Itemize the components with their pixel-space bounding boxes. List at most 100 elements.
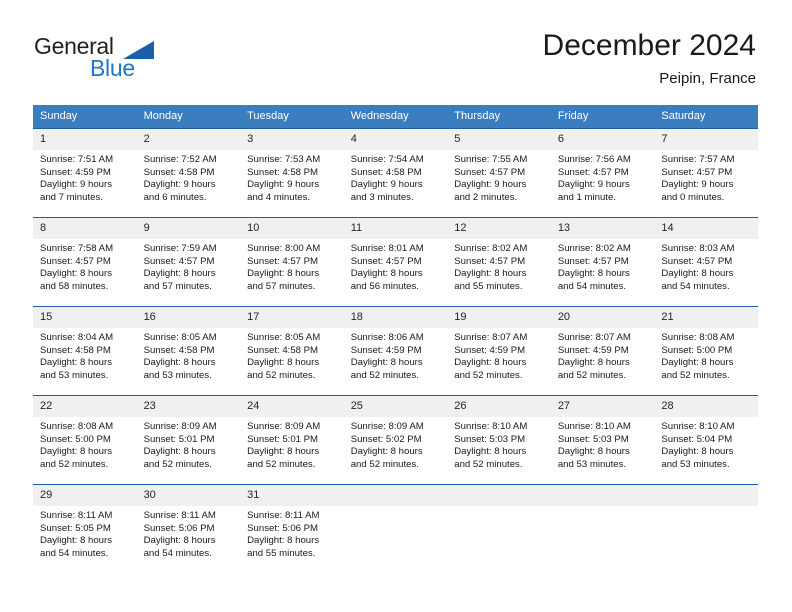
day-cell[interactable]: 30 Sunrise: 8:11 AM Sunset: 5:06 PM Dayl… — [136, 484, 241, 573]
sunrise-text: Sunrise: 8:09 AM — [143, 421, 217, 432]
day-cell[interactable]: 10 Sunrise: 8:00 AM Sunset: 4:57 PM Dayl… — [240, 217, 344, 307]
weekday-header-wednesday: Wednesday — [343, 105, 448, 129]
day-details: Sunrise: 7:52 AM Sunset: 4:58 PM Dayligh… — [137, 150, 241, 204]
day-cell[interactable]: 21 Sunrise: 8:08 AM Sunset: 5:00 PM Dayl… — [654, 306, 758, 396]
title-block: December 2024 Peipin, France — [543, 28, 756, 89]
daylight-text-line1: Daylight: 8 hours — [143, 535, 216, 547]
day-cell-empty — [654, 484, 758, 573]
calendar-body: 1 Sunrise: 7:51 AM Sunset: 4:59 PM Dayli… — [33, 128, 758, 573]
day-cell[interactable]: 16 Sunrise: 8:05 AM Sunset: 4:58 PM Dayl… — [136, 306, 241, 396]
day-details: Sunrise: 8:10 AM Sunset: 5:03 PM Dayligh… — [551, 417, 655, 471]
sunrise-text: Sunrise: 8:10 AM — [454, 421, 528, 432]
daylight-text-line1: Daylight: 8 hours — [247, 446, 320, 458]
daylight-text-line1: Daylight: 8 hours — [557, 268, 630, 280]
sunrise-text: Sunrise: 8:01 AM — [350, 243, 424, 254]
day-cell[interactable]: 12 Sunrise: 8:02 AM Sunset: 4:57 PM Dayl… — [447, 217, 551, 307]
day-number: 13 — [550, 218, 655, 239]
day-cell[interactable]: 14 Sunrise: 8:03 AM Sunset: 4:57 PM Dayl… — [654, 217, 758, 307]
calendar-page: General Blue December 2024 Peipin, Franc… — [0, 0, 792, 612]
day-cell[interactable]: 11 Sunrise: 8:01 AM Sunset: 4:57 PM Dayl… — [343, 217, 448, 307]
day-cell[interactable]: 19 Sunrise: 8:07 AM Sunset: 4:59 PM Dayl… — [447, 306, 551, 396]
day-cell[interactable]: 9 Sunrise: 7:59 AM Sunset: 4:57 PM Dayli… — [136, 217, 241, 307]
day-number: 30 — [136, 485, 241, 506]
day-cell-empty — [343, 484, 448, 573]
daylight-text-line2: and 3 minutes. — [350, 191, 414, 203]
day-cell[interactable]: 18 Sunrise: 8:06 AM Sunset: 4:59 PM Dayl… — [343, 306, 448, 396]
day-details: Sunrise: 8:09 AM Sunset: 5:02 PM Dayligh… — [344, 417, 448, 471]
sunset-text: Sunset: 4:57 PM — [454, 166, 526, 178]
calendar-header-row-group: Sunday Monday Tuesday Wednesday Thursday… — [33, 105, 758, 129]
day-details: Sunrise: 7:55 AM Sunset: 4:57 PM Dayligh… — [447, 150, 551, 204]
day-cell[interactable]: 22 Sunrise: 8:08 AM Sunset: 5:00 PM Dayl… — [33, 395, 137, 485]
sunrise-text: Sunrise: 8:11 AM — [143, 510, 216, 521]
day-cell[interactable]: 31 Sunrise: 8:11 AM Sunset: 5:06 PM Dayl… — [240, 484, 344, 573]
sunset-text: Sunset: 4:57 PM — [350, 255, 422, 267]
daylight-text-line1: Daylight: 8 hours — [247, 357, 320, 369]
sunset-text: Sunset: 4:57 PM — [661, 255, 733, 267]
sunset-text: Sunset: 4:58 PM — [247, 344, 319, 356]
day-cell[interactable]: 7 Sunrise: 7:57 AM Sunset: 4:57 PM Dayli… — [654, 128, 758, 218]
daylight-text-line2: and 52 minutes. — [350, 458, 419, 470]
day-cell[interactable]: 17 Sunrise: 8:05 AM Sunset: 4:58 PM Dayl… — [240, 306, 344, 396]
week-row: 29 Sunrise: 8:11 AM Sunset: 5:05 PM Dayl… — [33, 484, 758, 573]
daylight-text-line2: and 52 minutes. — [40, 458, 109, 470]
sunrise-sunset-calendar-table: Sunday Monday Tuesday Wednesday Thursday… — [33, 105, 758, 573]
day-cell[interactable]: 1 Sunrise: 7:51 AM Sunset: 4:59 PM Dayli… — [33, 128, 137, 218]
daylight-text-line1: Daylight: 8 hours — [454, 268, 527, 280]
day-cell[interactable]: 24 Sunrise: 8:09 AM Sunset: 5:01 PM Dayl… — [240, 395, 344, 485]
day-number: 23 — [136, 396, 241, 417]
sunset-text: Sunset: 5:05 PM — [40, 522, 111, 534]
sunrise-text: Sunrise: 8:11 AM — [40, 510, 113, 521]
day-cell[interactable]: 28 Sunrise: 8:10 AM Sunset: 5:04 PM Dayl… — [654, 395, 758, 485]
day-cell[interactable]: 15 Sunrise: 8:04 AM Sunset: 4:58 PM Dayl… — [33, 306, 137, 396]
daylight-text-line2: and 54 minutes. — [661, 280, 730, 292]
daylight-text-line1: Daylight: 8 hours — [557, 357, 630, 369]
day-cell-empty — [550, 484, 655, 573]
sunrise-text: Sunrise: 8:10 AM — [661, 421, 735, 432]
daylight-text-line2: and 52 minutes. — [143, 458, 212, 470]
daylight-text-line1: Daylight: 8 hours — [143, 357, 216, 369]
day-cell[interactable]: 8 Sunrise: 7:58 AM Sunset: 4:57 PM Dayli… — [33, 217, 137, 307]
sunset-text: Sunset: 4:57 PM — [143, 255, 215, 267]
daylight-text-line1: Daylight: 9 hours — [40, 179, 112, 191]
daylight-text-line2: and 53 minutes. — [40, 369, 109, 381]
daylight-text-line1: Daylight: 8 hours — [350, 268, 423, 280]
day-cell[interactable]: 23 Sunrise: 8:09 AM Sunset: 5:01 PM Dayl… — [136, 395, 241, 485]
sunrise-text: Sunrise: 8:07 AM — [454, 332, 528, 343]
day-number: 8 — [33, 218, 137, 239]
sunrise-text: Sunrise: 8:02 AM — [557, 243, 631, 254]
daylight-text-line2: and 52 minutes. — [454, 369, 523, 381]
daylight-text-line2: and 57 minutes. — [143, 280, 212, 292]
day-cell[interactable]: 27 Sunrise: 8:10 AM Sunset: 5:03 PM Dayl… — [550, 395, 655, 485]
daylight-text-line2: and 54 minutes. — [40, 547, 109, 559]
sunrise-text: Sunrise: 7:56 AM — [557, 154, 631, 165]
sunrise-text: Sunrise: 7:51 AM — [40, 154, 114, 165]
day-cell[interactable]: 6 Sunrise: 7:56 AM Sunset: 4:57 PM Dayli… — [550, 128, 655, 218]
day-number: 16 — [136, 307, 241, 328]
day-cell[interactable]: 5 Sunrise: 7:55 AM Sunset: 4:57 PM Dayli… — [447, 128, 551, 218]
day-cell[interactable]: 29 Sunrise: 8:11 AM Sunset: 5:05 PM Dayl… — [33, 484, 137, 573]
day-cell[interactable]: 4 Sunrise: 7:54 AM Sunset: 4:58 PM Dayli… — [343, 128, 448, 218]
day-cell[interactable]: 26 Sunrise: 8:10 AM Sunset: 5:03 PM Dayl… — [447, 395, 551, 485]
day-number: 4 — [343, 129, 448, 150]
day-cell[interactable]: 13 Sunrise: 8:02 AM Sunset: 4:57 PM Dayl… — [550, 217, 655, 307]
day-details: Sunrise: 7:58 AM Sunset: 4:57 PM Dayligh… — [33, 239, 137, 293]
weekday-header-friday: Friday — [550, 105, 655, 129]
daylight-text-line1: Daylight: 8 hours — [661, 357, 734, 369]
sunrise-text: Sunrise: 8:07 AM — [557, 332, 631, 343]
day-cell[interactable]: 2 Sunrise: 7:52 AM Sunset: 4:58 PM Dayli… — [136, 128, 241, 218]
sunrise-text: Sunrise: 7:58 AM — [40, 243, 114, 254]
sunset-text: Sunset: 5:01 PM — [247, 433, 319, 445]
week-row: 1 Sunrise: 7:51 AM Sunset: 4:59 PM Dayli… — [33, 128, 758, 218]
sunrise-text: Sunrise: 7:54 AM — [350, 154, 424, 165]
daylight-text-line1: Daylight: 8 hours — [143, 446, 216, 458]
general-blue-logo[interactable]: General Blue — [34, 33, 234, 89]
daylight-text-line2: and 54 minutes. — [143, 547, 212, 559]
day-number: 2 — [136, 129, 241, 150]
day-cell[interactable]: 3 Sunrise: 7:53 AM Sunset: 4:58 PM Dayli… — [240, 128, 344, 218]
day-number: 7 — [654, 129, 758, 150]
day-cell[interactable]: 20 Sunrise: 8:07 AM Sunset: 4:59 PM Dayl… — [550, 306, 655, 396]
day-number — [550, 485, 655, 506]
daylight-text-line1: Daylight: 8 hours — [350, 357, 423, 369]
day-cell[interactable]: 25 Sunrise: 8:09 AM Sunset: 5:02 PM Dayl… — [343, 395, 448, 485]
